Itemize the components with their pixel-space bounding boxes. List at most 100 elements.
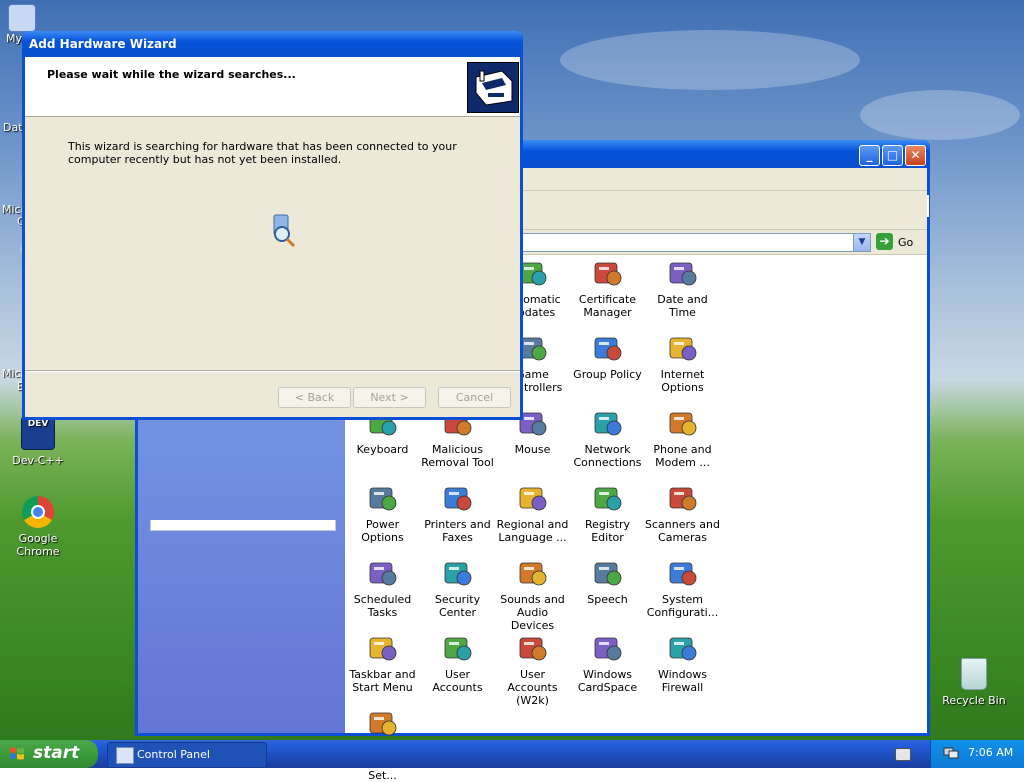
control-panel-item-label: Speech	[587, 593, 628, 606]
desktop-icon-dev-cpp[interactable]: DEV Dev-C++	[0, 416, 76, 467]
wizard-title: Add Hardware Wizard	[29, 37, 177, 51]
network-tray-icon[interactable]	[943, 747, 959, 760]
hardware-icon	[467, 62, 519, 113]
back-button[interactable]: < Back	[278, 387, 351, 408]
next-button[interactable]: Next >	[353, 387, 426, 408]
keyboard-tray-icon[interactable]	[895, 748, 911, 761]
desktop-icon-label[interactable]: Dat	[3, 121, 23, 134]
dev-cpp-icon: DEV	[21, 416, 55, 450]
system-configuration-icon	[667, 557, 699, 589]
control-panel-item[interactable]: Group Policy	[570, 332, 645, 381]
control-panel-item[interactable]: Date and Time	[645, 257, 720, 319]
control-panel-item-label: Network Connections	[573, 443, 642, 469]
desktop-icon-label: Dev-C++	[12, 454, 64, 467]
taskbar-button-label: Control Panel	[137, 748, 210, 761]
wizard-titlebar[interactable]: Add Hardware Wizard	[22, 31, 523, 57]
control-panel-item[interactable]: Certificate Manager	[570, 257, 645, 319]
control-panel-item[interactable]: Network Connections	[570, 407, 645, 469]
task-pane-panel	[150, 520, 336, 531]
control-panel-item[interactable]: Speech	[570, 557, 645, 606]
speech-icon	[592, 557, 624, 589]
control-panel-item[interactable]: User Accounts (W2k)	[495, 632, 570, 707]
cancel-button[interactable]: Cancel	[438, 387, 511, 408]
taskbar-start-menu-icon	[367, 632, 399, 664]
control-panel-item-label: Internet Options	[660, 368, 705, 394]
control-panel-item[interactable]: User Accounts	[420, 632, 495, 694]
control-panel-item[interactable]: Taskbar and Start Menu	[345, 632, 420, 694]
taskbar-button-control-panel[interactable]: Control Panel	[107, 742, 267, 768]
control-panel-item-label: Date and Time	[657, 293, 708, 319]
control-panel-item-label: Windows Firewall	[657, 668, 708, 694]
close-button[interactable]: ✕	[905, 145, 926, 166]
start-label: start	[33, 743, 80, 763]
control-panel-item-label: Mouse	[514, 443, 551, 456]
wizard-heading: Please wait while the wizard searches...	[47, 68, 296, 81]
control-panel-item-label: Registry Editor	[584, 518, 631, 544]
control-panel-item-label: Power Options	[361, 518, 404, 544]
chrome-icon	[22, 496, 54, 528]
control-panel-item[interactable]: Phone and Modem ...	[645, 407, 720, 469]
control-panel-item-label: Certificate Manager	[578, 293, 637, 319]
control-panel-item[interactable]: Regional and Language ...	[495, 482, 570, 544]
go-button[interactable]: Go	[898, 236, 913, 249]
minimize-button[interactable]: _	[859, 145, 880, 166]
control-panel-item-label: System Configurati...	[646, 593, 719, 619]
wireless-network-icon	[367, 707, 399, 739]
control-panel-item[interactable]: Scheduled Tasks	[345, 557, 420, 619]
power-options-icon	[367, 482, 399, 514]
control-panel-item[interactable]: System Configurati...	[645, 557, 720, 619]
control-panel-item-label: Printers and Faxes	[424, 518, 491, 544]
add-hardware-wizard: Add Hardware Wizard Please wait while th…	[22, 31, 523, 420]
windows-logo-icon	[10, 747, 24, 760]
internet-options-icon	[667, 332, 699, 364]
security-center-icon	[442, 557, 474, 589]
clock: 7:06 AM	[968, 746, 1014, 759]
control-panel-item[interactable]: Windows CardSpace	[570, 632, 645, 694]
control-panel-item-label: Regional and Language ...	[496, 518, 569, 544]
desktop-icon-label: Google Chrome	[16, 532, 60, 558]
control-panel-item[interactable]: Internet Options	[645, 332, 720, 394]
printers-faxes-icon	[442, 482, 474, 514]
taskbar: start Control Panel 7:06 AM	[0, 740, 1024, 768]
control-panel-item-label: User Accounts (W2k)	[507, 668, 558, 707]
control-panel-item[interactable]: Power Options	[345, 482, 420, 544]
control-panel-item[interactable]: Sounds and Audio Devices	[495, 557, 570, 632]
divider	[25, 370, 520, 372]
registry-editor-icon	[592, 482, 624, 514]
start-button[interactable]: start	[0, 740, 98, 768]
network-connections-icon	[592, 407, 624, 439]
cloud	[560, 30, 860, 90]
control-panel-item[interactable]: Registry Editor	[570, 482, 645, 544]
certificate-manager-icon	[592, 257, 624, 289]
recycle-bin-icon	[961, 658, 987, 690]
control-panel-icon	[116, 747, 134, 764]
desktop-icon-google-chrome[interactable]: Google Chrome	[0, 496, 76, 558]
maximize-button[interactable]: □	[882, 145, 903, 166]
control-panel-item-label: Keyboard	[356, 443, 409, 456]
wizard-description: This wizard is searching for hardware th…	[68, 140, 457, 166]
control-panel-item[interactable]: Security Center	[420, 557, 495, 619]
desktop-icon-label: Recycle Bin	[942, 694, 1006, 707]
control-panel-item-label: Scheduled Tasks	[353, 593, 412, 619]
control-panel-item-label: Security Center	[434, 593, 481, 619]
control-panel-item-label: Group Policy	[573, 368, 642, 381]
go-arrow-icon[interactable]: ➔	[876, 233, 893, 250]
scanners-cameras-icon	[667, 482, 699, 514]
chevron-down-icon[interactable]: ▼	[853, 233, 871, 252]
control-panel-item-label: Sounds and Audio Devices	[500, 593, 565, 632]
desktop-icon-recycle-bin[interactable]: Recycle Bin	[936, 658, 1012, 707]
computer-icon	[8, 4, 36, 32]
user-accounts-icon	[442, 632, 474, 664]
phone-modem-icon	[667, 407, 699, 439]
sounds-audio-icon	[517, 557, 549, 589]
control-panel-item[interactable]: Printers and Faxes	[420, 482, 495, 544]
control-panel-item-label: User Accounts	[432, 668, 483, 694]
search-icon	[270, 214, 298, 248]
control-panel-item[interactable]: Scanners and Cameras	[645, 482, 720, 544]
system-tray: 7:06 AM	[930, 740, 1024, 768]
control-panel-item-label: Taskbar and Start Menu	[349, 668, 416, 694]
control-panel-item[interactable]: Windows Firewall	[645, 632, 720, 694]
date-time-icon	[667, 257, 699, 289]
windows-cardspace-icon	[592, 632, 624, 664]
control-panel-item-label: Malicious Removal Tool	[421, 443, 494, 469]
